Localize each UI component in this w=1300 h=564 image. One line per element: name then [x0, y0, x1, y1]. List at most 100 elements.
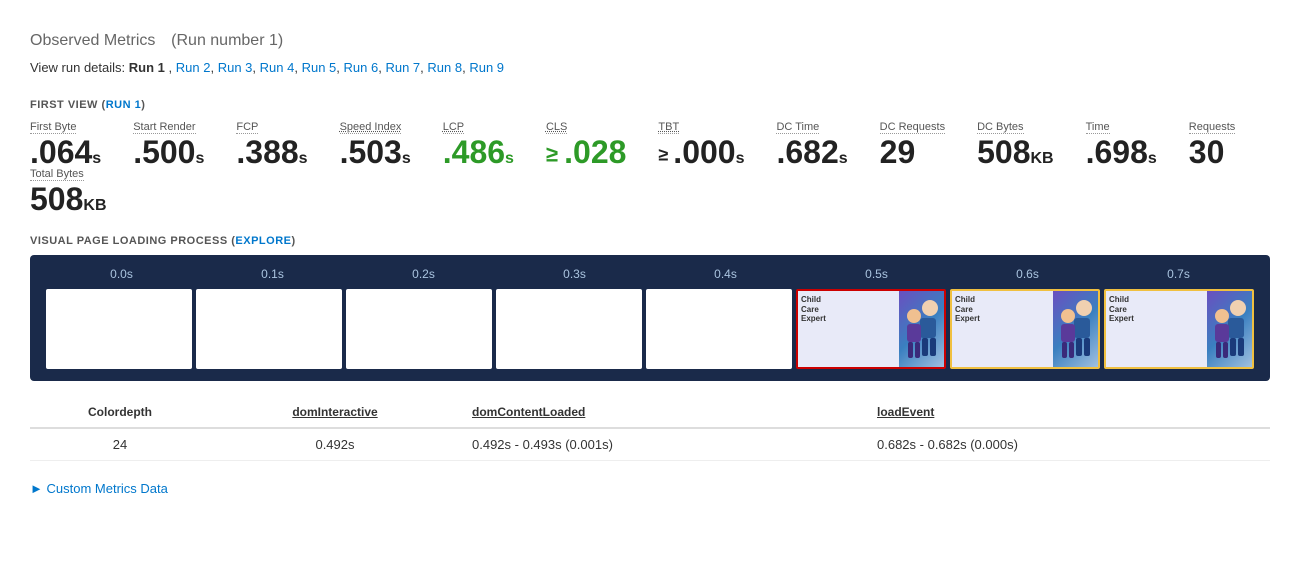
metric-label: Time	[1086, 121, 1110, 134]
metric-value: 508KB	[977, 136, 1054, 168]
timeline-frame-6[interactable]: ChildCareExpert	[950, 289, 1100, 369]
metric-value: .503s	[340, 136, 411, 168]
frame-label: ChildCareExpert	[952, 291, 1053, 367]
timeline-frame-0[interactable]	[46, 289, 192, 369]
metric-value: .388s	[236, 136, 307, 168]
metric-value: 30	[1189, 136, 1225, 168]
timeline-container: 0.0s0.1s0.2s0.3s0.4s0.5s0.6s0.7s ChildCa…	[30, 255, 1270, 381]
metric-value: .064s	[30, 136, 101, 168]
metric-lcp: LCP .486s	[443, 121, 514, 168]
run-link-run-9[interactable]: Run 9	[469, 60, 504, 75]
metrics-row: First Byte .064s Start Render .500s FCP .388s…	[30, 121, 1270, 215]
frame-label: ChildCareExpert	[798, 291, 899, 367]
metric-first-byte: First Byte .064s	[30, 121, 101, 168]
other-runs: , Run 2, Run 3, Run 4, Run 5, Run 6, Run…	[169, 60, 505, 75]
explore-link[interactable]: EXPLORE	[235, 235, 291, 247]
frame-thumbnail	[1207, 291, 1252, 367]
visual-section: VISUAL PAGE LOADING PROCESS (EXPLORE) 0.…	[30, 235, 1270, 381]
frame-thumbnail	[899, 291, 944, 367]
metric-requests: Requests 30	[1189, 121, 1235, 168]
run-number: (Run number 1)	[171, 32, 283, 49]
timeline-time-label: 0.7s	[1103, 267, 1254, 281]
timeline-frame-5[interactable]: ChildCareExpert	[796, 289, 946, 369]
metric-value: .486s	[443, 136, 514, 168]
custom-metrics: ► Custom Metrics Data	[30, 481, 1270, 496]
metric-value: 29	[880, 136, 916, 168]
metric-start-render: Start Render .500s	[133, 121, 204, 168]
title-text: Observed Metrics	[30, 32, 155, 49]
visual-section-label: VISUAL PAGE LOADING PROCESS	[30, 235, 228, 247]
metric-value: ≥ .000s	[658, 136, 744, 168]
metric-label: First Byte	[30, 121, 76, 134]
timeline-time-label: 0.2s	[348, 267, 499, 281]
table-cell: 0.492s - 0.493s (0.001s)	[460, 428, 865, 461]
first-view-section: FIRST VIEW (RUN 1)	[30, 95, 1270, 111]
first-view-run-link[interactable]: RUN 1	[106, 99, 142, 111]
metric-label: TBT	[658, 121, 679, 134]
metric-tbt: TBT ≥ .000s	[658, 121, 744, 168]
metric-value: 508KB	[30, 183, 107, 215]
table-cell: 24	[30, 428, 210, 461]
run-link-run-2[interactable]: Run 2	[176, 60, 211, 75]
timeline-time-label: 0.1s	[197, 267, 348, 281]
metric-value: ≥ .028	[546, 136, 626, 168]
metric-fcp: FCP .388s	[236, 121, 307, 168]
run-link-run-7[interactable]: Run 7	[385, 60, 420, 75]
metric-value: .500s	[133, 136, 204, 168]
timeline-time-label: 0.6s	[952, 267, 1103, 281]
timeline-frame-1[interactable]	[196, 289, 342, 369]
first-view-label: FIRST VIEW (RUN 1)	[30, 99, 145, 111]
table-cell: 0.492s	[210, 428, 460, 461]
metric-dc-time: DC Time .682s	[776, 121, 847, 168]
timeline-frames: ChildCareExpert ChildCareExpert ChildCar…	[46, 289, 1254, 369]
run-link-run-6[interactable]: Run 6	[344, 60, 379, 75]
timeline-time-label: 0.0s	[46, 267, 197, 281]
custom-metrics-link[interactable]: ► Custom Metrics Data	[30, 481, 168, 496]
frame-label: ChildCareExpert	[1106, 291, 1207, 367]
metric-total-bytes: Total Bytes508KB	[30, 168, 107, 215]
run-links: View run details: Run 1 , Run 2, Run 3, …	[30, 60, 1270, 75]
metric-label: CLS	[546, 121, 567, 134]
metric-label: DC Time	[776, 121, 819, 134]
table-cell: 0.682s - 0.682s (0.000s)	[865, 428, 1270, 461]
run-link-run-3[interactable]: Run 3	[218, 60, 253, 75]
run-link-run-5[interactable]: Run 5	[302, 60, 337, 75]
metric-label: Requests	[1189, 121, 1235, 134]
run-link-run-8[interactable]: Run 8	[427, 60, 462, 75]
current-run: Run 1	[129, 60, 165, 75]
table-row: 240.492s0.492s - 0.493s (0.001s)0.682s -…	[30, 428, 1270, 461]
table-body: 240.492s0.492s - 0.493s (0.001s)0.682s -…	[30, 428, 1270, 461]
metric-cls: CLS ≥ .028	[546, 121, 626, 168]
table-header-colordepth: Colordepth	[30, 397, 210, 428]
timeline-frame-4[interactable]	[646, 289, 792, 369]
metric-value: .698s	[1086, 136, 1157, 168]
metric-dc-bytes: DC Bytes 508KB	[977, 121, 1054, 168]
timeline-frame-3[interactable]	[496, 289, 642, 369]
table-header-loadevent[interactable]: loadEvent	[865, 397, 1270, 428]
timeline-frame-2[interactable]	[346, 289, 492, 369]
metric-label: Speed Index	[340, 121, 402, 134]
metric-label: LCP	[443, 121, 464, 134]
timeline-time-label: 0.5s	[801, 267, 952, 281]
table-header-dominteractive[interactable]: domInteractive	[210, 397, 460, 428]
timeline-frame-7[interactable]: ChildCareExpert	[1104, 289, 1254, 369]
metric-value: .682s	[776, 136, 847, 168]
timeline-labels: 0.0s0.1s0.2s0.3s0.4s0.5s0.6s0.7s	[46, 267, 1254, 281]
run-link-run-4[interactable]: Run 4	[260, 60, 295, 75]
table-header-domcontentloaded[interactable]: domContentLoaded	[460, 397, 865, 428]
custom-metrics-arrow: ►	[30, 481, 43, 496]
metric-speed-index: Speed Index .503s	[340, 121, 411, 168]
timeline-time-label: 0.4s	[650, 267, 801, 281]
page-title: Observed Metrics (Run number 1)	[30, 20, 1270, 52]
metric-dc-requests: DC Requests 29	[880, 121, 945, 168]
metric-label: Start Render	[133, 121, 195, 134]
metric-label: DC Requests	[880, 121, 945, 134]
metric-label: DC Bytes	[977, 121, 1023, 134]
run-details-label: View run details:	[30, 60, 125, 75]
data-table: ColordepthdomInteractivedomContentLoaded…	[30, 397, 1270, 461]
custom-metrics-label: Custom Metrics Data	[47, 481, 168, 496]
metric-time: Time .698s	[1086, 121, 1157, 168]
timeline-time-label: 0.3s	[499, 267, 650, 281]
metric-label: FCP	[236, 121, 258, 134]
frame-thumbnail	[1053, 291, 1098, 367]
